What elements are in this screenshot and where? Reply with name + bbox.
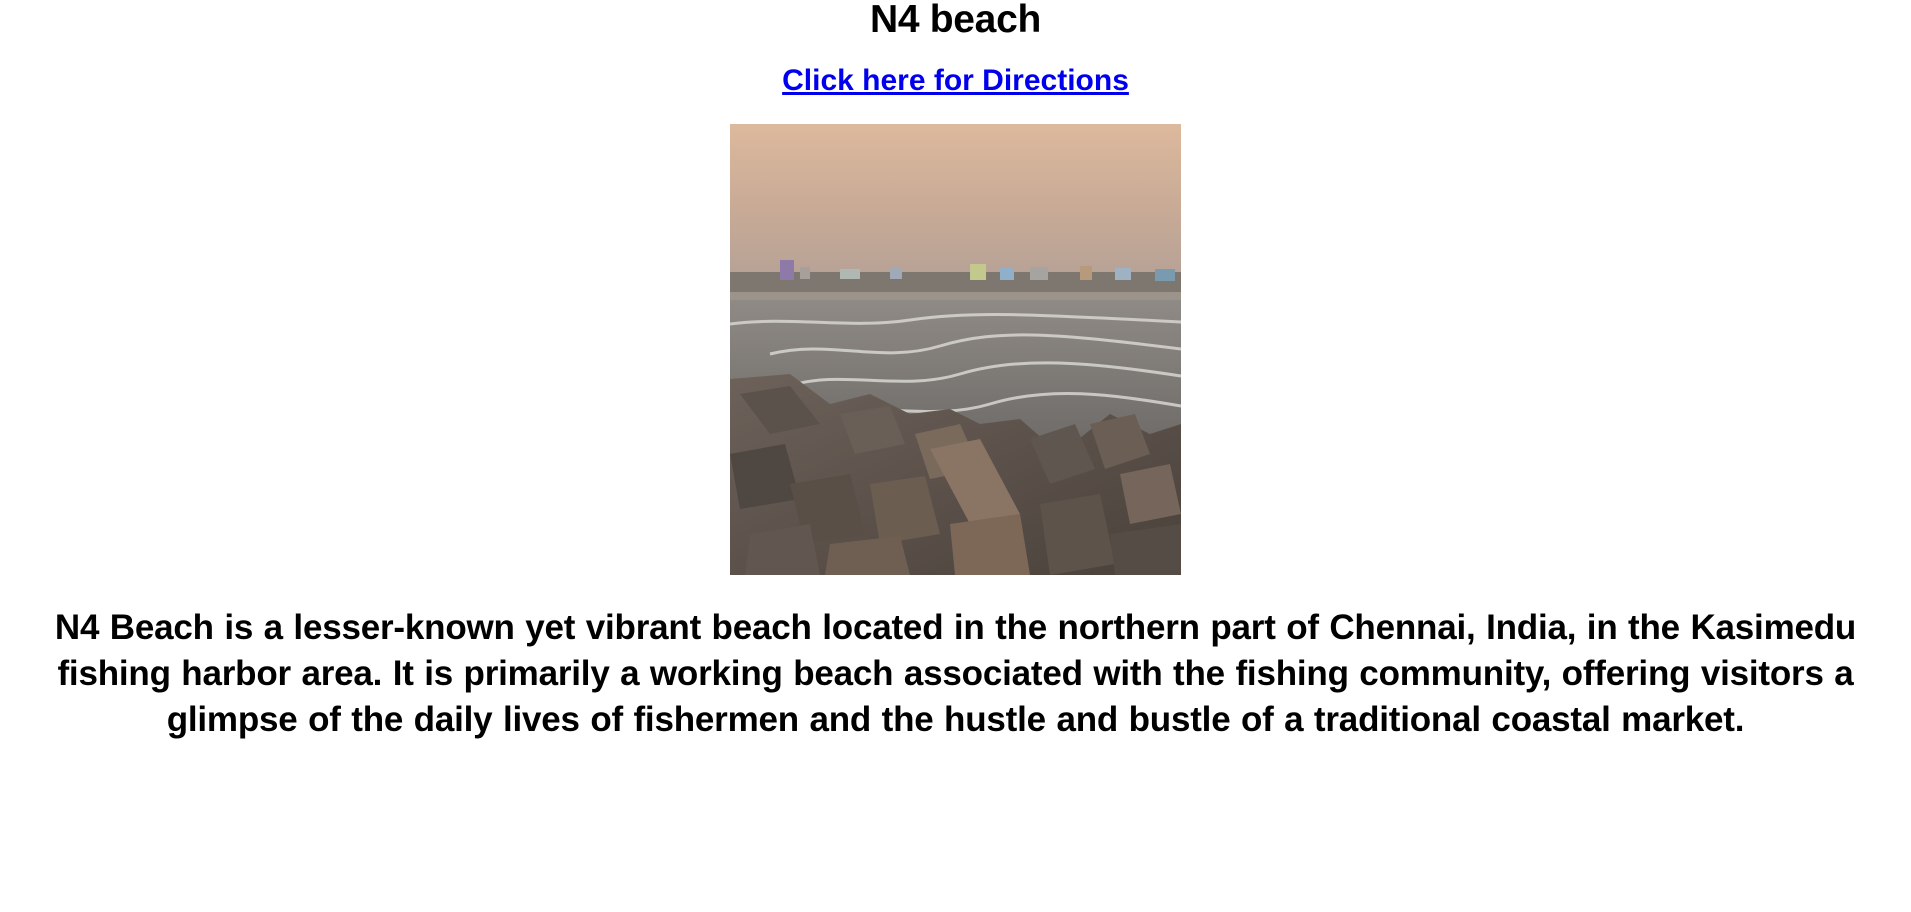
directions-link-container: Click here for Directions bbox=[0, 64, 1911, 98]
beach-description: N4 Beach is a lesser-known yet vibrant b… bbox=[54, 608, 1857, 739]
directions-link[interactable]: Click here for Directions bbox=[782, 64, 1129, 97]
photo-container bbox=[0, 124, 1911, 575]
beach-photo bbox=[730, 124, 1181, 575]
page-container: N4 beach Click here for Directions N4 Be… bbox=[0, 0, 1911, 912]
page-title: N4 beach bbox=[869, 0, 1041, 41]
